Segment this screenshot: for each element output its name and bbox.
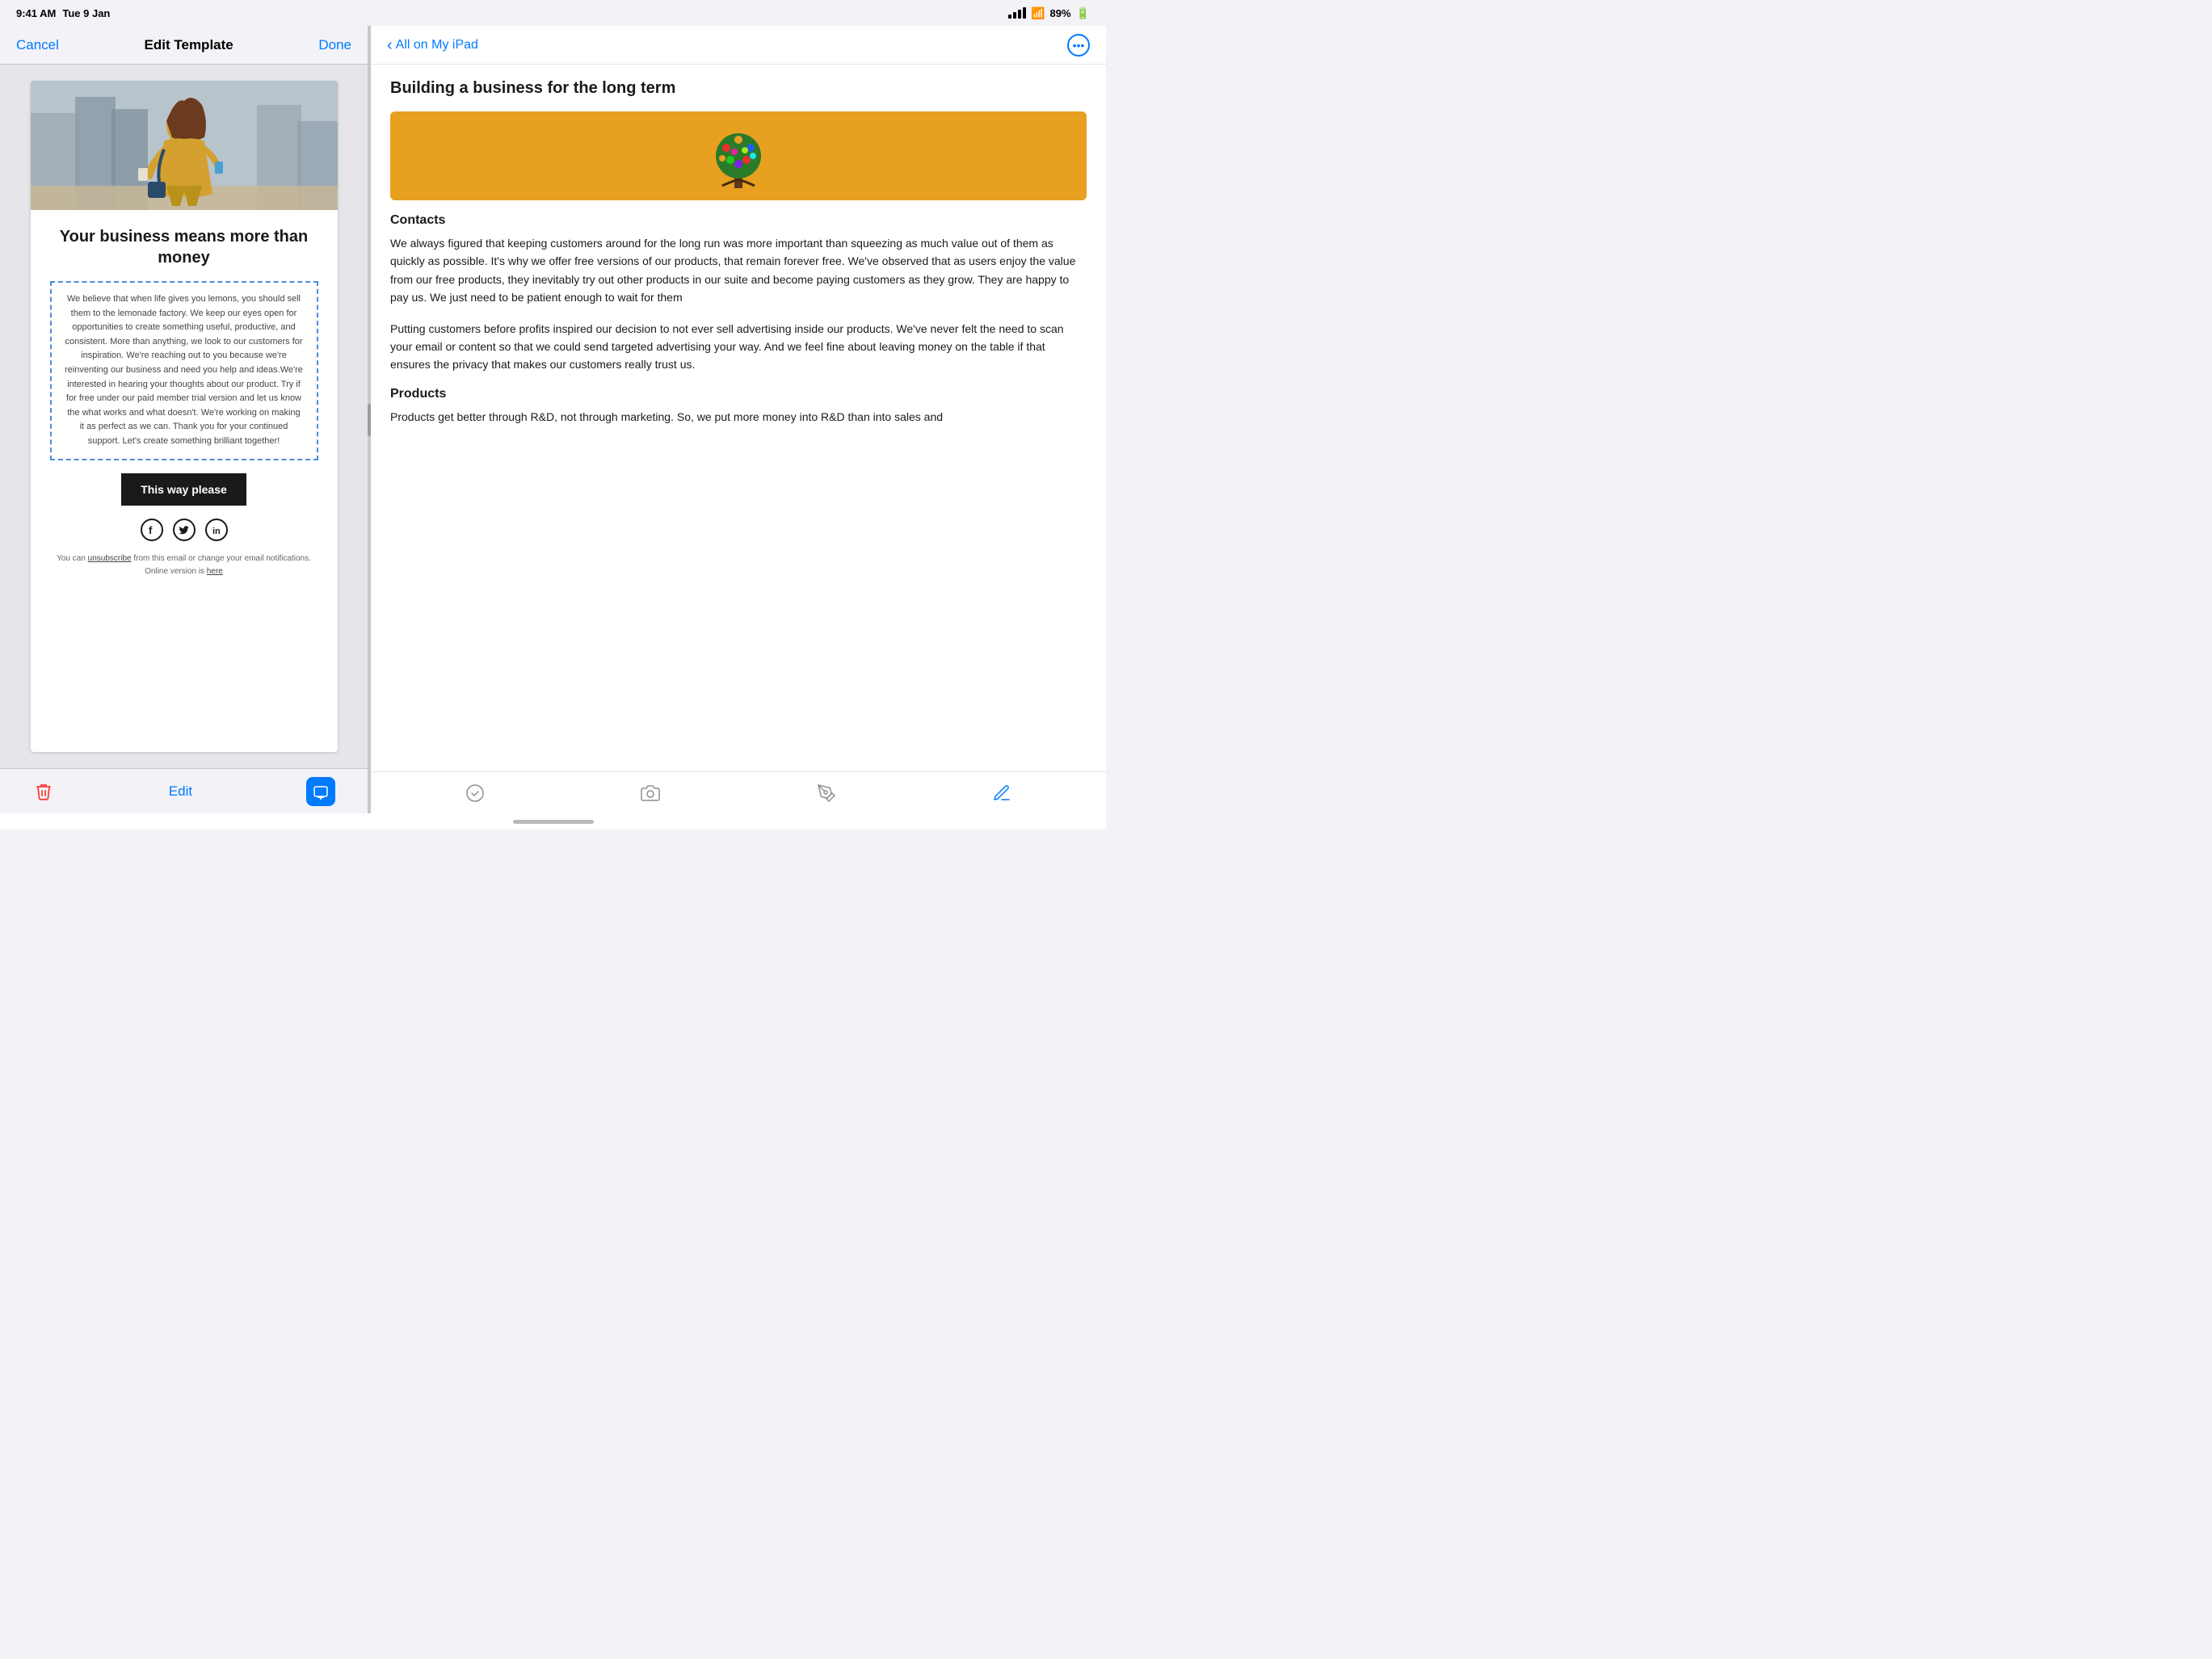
back-label: All on My iPad [396,38,478,52]
home-bar [513,820,594,824]
contacts-heading: Contacts [390,213,1087,228]
main-container: Cancel Edit Template Done [0,26,1106,813]
facebook-icon[interactable]: f [141,519,163,541]
contacts-paragraph-2: Putting customers before profits inspire… [390,320,1087,374]
hero-svg [31,81,338,210]
notes-content: Building a business for the long term [371,65,1106,771]
notes-nav: ‹ All on My iPad ••• [371,26,1106,65]
status-date: Tue 9 Jan [62,7,110,19]
email-hero-image [31,81,338,210]
edit-button[interactable]: Edit [169,783,192,800]
social-icons-row: f in [50,519,318,541]
email-body: Your business means more than money We b… [31,210,338,594]
cta-button[interactable]: This way please [121,473,246,506]
done-button[interactable]: Done [318,37,351,53]
compose-icon[interactable] [989,780,1015,806]
battery-icon: 🔋 [1076,6,1090,20]
twitter-icon[interactable] [173,519,196,541]
status-time-date: 9:41 AM Tue 9 Jan [16,7,110,19]
status-time: 9:41 AM [16,7,56,19]
bottom-toolbar: Edit [0,768,368,813]
contacts-paragraph-1: We always figured that keeping customers… [390,234,1087,307]
left-panel: Cancel Edit Template Done [0,26,368,813]
products-heading: Products [390,387,1087,401]
unsubscribe-link[interactable]: unsubscribe [88,554,132,563]
back-button[interactable]: ‹ All on My iPad [387,37,478,53]
svg-text:in: in [212,527,221,536]
device-preview-button[interactable] [306,777,335,806]
status-bar: 9:41 AM Tue 9 Jan 📶 89% 🔋 [0,0,1106,26]
camera-icon[interactable] [637,780,663,806]
delete-button[interactable] [32,780,55,803]
email-footer: You can unsubscribe from this email or c… [50,552,318,578]
email-headline: Your business means more than money [50,226,318,268]
footer-text-after: from this email or change your email not… [133,554,311,563]
checklist-icon[interactable] [462,780,488,806]
status-right-icons: 📶 89% 🔋 [1008,6,1090,20]
right-panel: ‹ All on My iPad ••• Building a business… [371,26,1106,813]
more-options-button[interactable]: ••• [1067,34,1090,57]
email-text-box[interactable]: We believe that when life gives you lemo… [50,281,318,460]
footer-text-before: You can [57,554,88,563]
note-title: Building a business for the long term [390,78,1087,99]
panel-divider [368,26,371,813]
email-card: Your business means more than money We b… [31,81,338,752]
note-thumbnail [390,111,1087,200]
notes-bottom-toolbar [371,771,1106,813]
svg-text:f: f [149,524,153,536]
chevron-left-icon: ‹ [387,37,393,53]
nav-bar: Cancel Edit Template Done [0,26,368,65]
nav-title: Edit Template [145,37,233,53]
battery-percent: 89% [1050,7,1071,19]
here-link[interactable]: here [207,567,223,576]
cancel-button[interactable]: Cancel [16,37,59,53]
linkedin-icon[interactable]: in [205,519,228,541]
online-version-label: Online version is [145,567,207,576]
home-indicator [0,813,1106,830]
email-scroll-area: Your business means more than money We b… [0,65,368,768]
wifi-icon: 📶 [1031,6,1045,20]
products-paragraph: Products get better through R&D, not thr… [390,408,1087,426]
signal-icon [1008,7,1026,19]
more-dots-icon: ••• [1073,39,1085,52]
markup-icon[interactable] [814,780,839,806]
email-body-text: We believe that when life gives you lemo… [65,292,304,449]
tree-illustration [690,120,787,192]
